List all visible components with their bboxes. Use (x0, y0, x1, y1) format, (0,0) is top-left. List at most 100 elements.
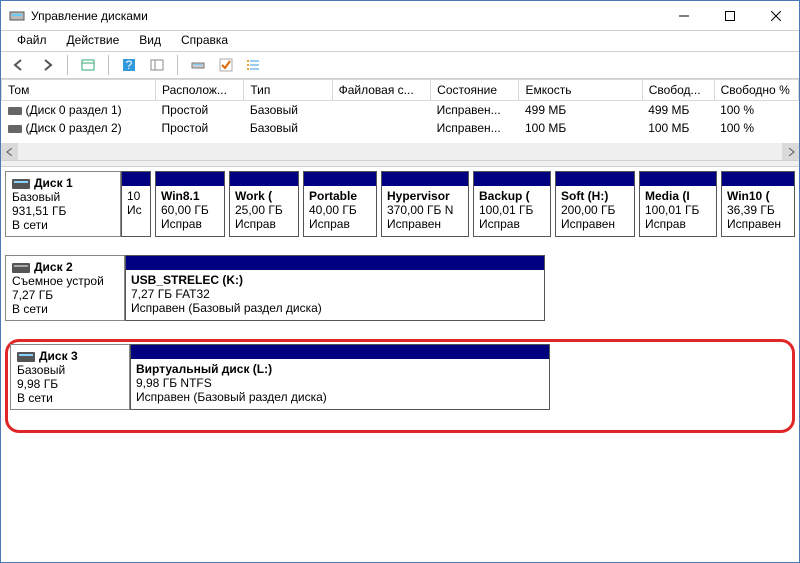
partition-status: Исправ (479, 217, 545, 231)
disk-partition-map: USB_STRELEC (K:)7,27 ГБ FAT32Исправен (Б… (125, 255, 795, 321)
scroll-right-button[interactable] (782, 143, 799, 160)
minimize-button[interactable] (661, 1, 707, 31)
app-icon (9, 8, 25, 24)
partition-size: 100,01 ГБ (645, 203, 711, 217)
volume-free: 100 МБ (642, 119, 714, 137)
volume-row[interactable]: (Диск 0 раздел 1)ПростойБазовыйИсправен.… (2, 101, 799, 120)
partition-name: Media (I (645, 189, 711, 203)
partition-size: 200,00 ГБ (561, 203, 629, 217)
partition-color-bar (474, 172, 550, 186)
menu-action[interactable]: Действие (57, 31, 130, 51)
col-capacity[interactable]: Емкость (519, 80, 642, 101)
partition[interactable]: USB_STRELEC (K:)7,27 ГБ FAT32Исправен (Б… (125, 255, 545, 321)
partition-status: Исправен (561, 217, 629, 231)
toolbar: ? (1, 51, 799, 79)
partition-size: 10 (127, 189, 145, 203)
volume-status: Исправен... (431, 119, 519, 137)
volume-name: (Диск 0 раздел 1) (2, 101, 156, 120)
col-type[interactable]: Тип (244, 80, 332, 101)
disk-graphical-pane[interactable]: Диск 1Базовый931,51 ГБВ сети10ИсWin8.160… (1, 167, 799, 537)
disk-type: Базовый (17, 363, 123, 377)
volume-list[interactable]: Том Располож... Тип Файловая с... Состоя… (1, 79, 799, 161)
check-button[interactable] (214, 54, 238, 76)
toolbar-separator (108, 55, 109, 75)
volume-table-header[interactable]: Том Располож... Тип Файловая с... Состоя… (2, 80, 799, 101)
volume-status: Исправен... (431, 101, 519, 120)
disk-size: 9,98 ГБ (17, 377, 123, 391)
partition-size: 370,00 ГБ N (387, 203, 463, 217)
partition[interactable]: Soft (H:)200,00 ГБИсправен (555, 171, 635, 237)
partition-size: 7,27 ГБ FAT32 (131, 287, 539, 301)
partition[interactable]: Win10 (36,39 ГБИсправен (721, 171, 795, 237)
partition-name: Portable (309, 189, 371, 203)
partition[interactable]: Hypervisor370,00 ГБ NИсправен (381, 171, 469, 237)
col-fs[interactable]: Файловая с... (332, 80, 431, 101)
disk-row[interactable]: Диск 2Съемное устрой7,27 ГБВ сетиUSB_STR… (5, 255, 795, 321)
partition-size: 9,98 ГБ NTFS (136, 376, 544, 390)
volume-row[interactable]: (Диск 0 раздел 2)ПростойБазовыйИсправен.… (2, 119, 799, 137)
partition[interactable]: Work (25,00 ГБИсправ (229, 171, 299, 237)
partition-name: Soft (H:) (561, 189, 629, 203)
partition[interactable]: Виртуальный диск (L:)9,98 ГБ NTFSИсправе… (130, 344, 550, 410)
partition-color-bar (122, 172, 150, 186)
col-freepct[interactable]: Свободно % (714, 80, 798, 101)
volume-icon (8, 107, 22, 115)
partition-name: Hypervisor (387, 189, 463, 203)
drive-button[interactable] (186, 54, 210, 76)
scroll-left-button[interactable] (1, 143, 18, 160)
partition[interactable]: Portable40,00 ГБИсправ (303, 171, 377, 237)
partition-size: 36,39 ГБ (727, 203, 789, 217)
maximize-button[interactable] (707, 1, 753, 31)
col-free[interactable]: Свобод... (642, 80, 714, 101)
disk-info[interactable]: Диск 1Базовый931,51 ГБВ сети (5, 171, 121, 237)
toolbar-separator (67, 55, 68, 75)
volume-free: 499 МБ (642, 101, 714, 120)
back-button[interactable] (7, 54, 31, 76)
forward-button[interactable] (35, 54, 59, 76)
scroll-track[interactable] (18, 143, 782, 160)
partition-name: Виртуальный диск (L:) (136, 362, 544, 376)
disk-size: 931,51 ГБ (12, 204, 114, 218)
menu-view[interactable]: Вид (129, 31, 171, 51)
partition-size: 60,00 ГБ (161, 203, 219, 217)
help-button[interactable]: ? (117, 54, 141, 76)
volume-capacity: 100 МБ (519, 119, 642, 137)
settings-button[interactable] (145, 54, 169, 76)
partition[interactable]: 10Ис (121, 171, 151, 237)
highlight-annotation: Диск 3Базовый9,98 ГБВ сетиВиртуальный ди… (5, 339, 795, 433)
partition-color-bar (640, 172, 716, 186)
titlebar: Управление дисками (1, 1, 799, 31)
partition-name: Win10 ( (727, 189, 789, 203)
partition[interactable]: Win8.160,00 ГБИсправ (155, 171, 225, 237)
show-hide-console-button[interactable] (76, 54, 100, 76)
disk-info[interactable]: Диск 2Съемное устрой7,27 ГБВ сети (5, 255, 125, 321)
col-volume[interactable]: Том (2, 80, 156, 101)
horizontal-scrollbar[interactable] (1, 143, 799, 160)
col-layout[interactable]: Располож... (156, 80, 244, 101)
partition[interactable]: Media (I100,01 ГБИсправ (639, 171, 717, 237)
menu-file[interactable]: Файл (7, 31, 57, 51)
partition-status: Исправен (Базовый раздел диска) (131, 301, 539, 315)
partition-color-bar (722, 172, 794, 186)
disk-row[interactable]: Диск 3Базовый9,98 ГБВ сетиВиртуальный ди… (10, 344, 790, 410)
close-button[interactable] (753, 1, 799, 31)
disk-size: 7,27 ГБ (12, 288, 118, 302)
disk-row[interactable]: Диск 1Базовый931,51 ГБВ сети10ИсWin8.160… (5, 171, 795, 237)
partition[interactable]: Backup (100,01 ГБИсправ (473, 171, 551, 237)
svg-text:?: ? (126, 58, 133, 72)
partition-name: Backup ( (479, 189, 545, 203)
partition-status: Исправ (161, 217, 219, 231)
toolbar-separator (177, 55, 178, 75)
volume-type: Базовый (244, 101, 332, 120)
menubar: Файл Действие Вид Справка (1, 31, 799, 51)
disk-icon (17, 352, 35, 362)
partition-color-bar (304, 172, 376, 186)
menu-help[interactable]: Справка (171, 31, 238, 51)
col-status[interactable]: Состояние (431, 80, 519, 101)
partition-color-bar (556, 172, 634, 186)
partition-name: Win8.1 (161, 189, 219, 203)
disk-type: Съемное устрой (12, 274, 118, 288)
volume-freepct: 100 % (714, 119, 798, 137)
list-button[interactable] (242, 54, 266, 76)
disk-info[interactable]: Диск 3Базовый9,98 ГБВ сети (10, 344, 130, 410)
